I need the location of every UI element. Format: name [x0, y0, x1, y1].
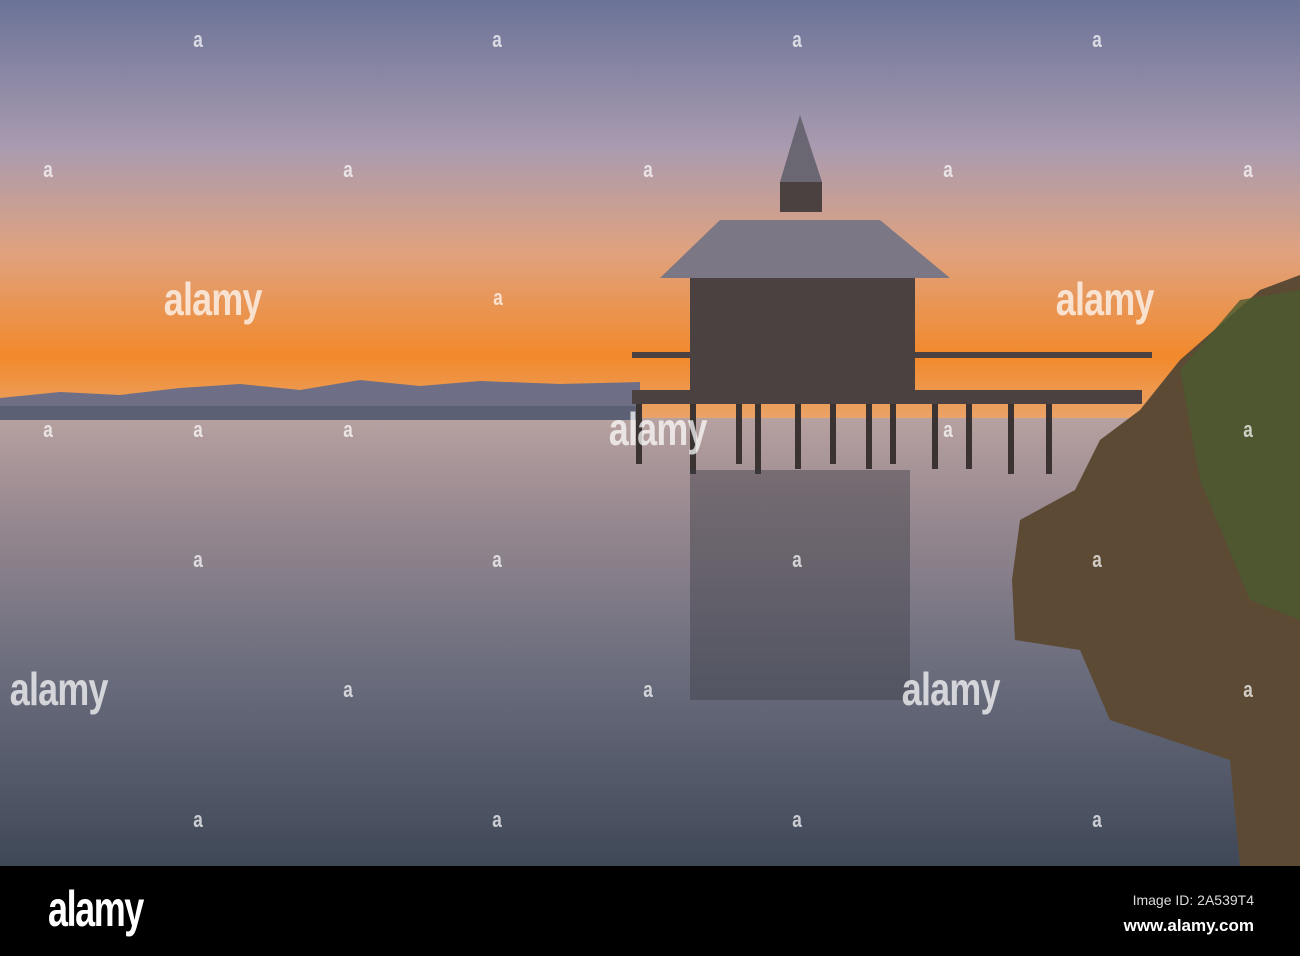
watermark-mark: a — [343, 417, 353, 442]
watermark-mark: a — [343, 157, 353, 182]
image-id: Image ID: 2A539T4 — [1132, 892, 1254, 908]
watermark-logo: alamy — [901, 663, 1001, 715]
footer-bar: alamy Image ID: 2A539T4 www.alamy.com — [0, 866, 1300, 956]
watermark-mark: a — [493, 285, 503, 310]
watermark-logo: alamy — [9, 663, 109, 715]
watermark-mark: a — [193, 547, 203, 572]
watermark-mark: a — [1092, 547, 1102, 572]
watermark-mark: a — [492, 807, 502, 832]
watermark-mark: a — [492, 27, 502, 52]
watermark-mark: a — [1243, 157, 1253, 182]
watermark-mark: a — [943, 157, 953, 182]
watermark-logo: alamy — [608, 403, 708, 455]
watermark-mark: a — [643, 677, 653, 702]
watermark-mark: a — [43, 417, 53, 442]
alamy-logo: alamy — [48, 881, 144, 937]
watermark-mark: a — [343, 677, 353, 702]
watermark-mark: a — [1092, 807, 1102, 832]
watermark-mark: a — [193, 807, 203, 832]
pavilion-reflection — [690, 470, 910, 700]
watermark-mark: a — [193, 417, 203, 442]
watermark-mark: a — [943, 417, 953, 442]
watermark-mark: a — [193, 27, 203, 52]
watermark-mark: a — [643, 157, 653, 182]
site-url: www.alamy.com — [1123, 916, 1254, 935]
watermark-logo: alamy — [163, 273, 263, 325]
watermark-mark: a — [1243, 677, 1253, 702]
watermark-mark: a — [492, 547, 502, 572]
watermark-mark: a — [792, 547, 802, 572]
watermark-mark: a — [1243, 417, 1253, 442]
stock-photo: alamy alamy alamy alamy alamy a a a a a a a a a a… — [0, 0, 1300, 956]
watermark-mark: a — [43, 157, 53, 182]
watermark-mark: a — [1092, 27, 1102, 52]
watermark-mark: a — [792, 807, 802, 832]
watermark-logo: alamy — [1055, 273, 1155, 325]
watermark-mark: a — [792, 27, 802, 52]
